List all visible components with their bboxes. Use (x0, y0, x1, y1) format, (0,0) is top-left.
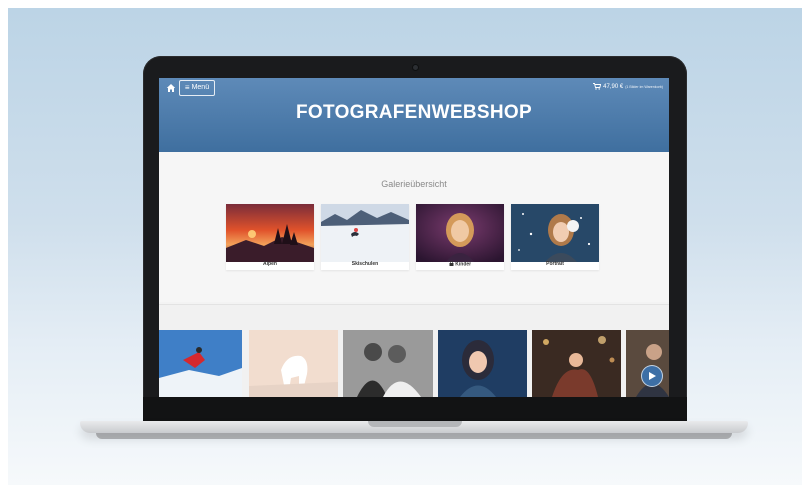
laptop-base-shadow (96, 433, 732, 439)
gallery-thumbnail (416, 204, 504, 262)
gallery-label: Portrait (546, 261, 564, 267)
webcam (413, 65, 418, 70)
site-header: ≡ Menü 47,90 € (1 Bilder im Warenkorb) F… (159, 78, 669, 152)
carousel-photo[interactable] (159, 330, 242, 397)
lock-icon (449, 260, 454, 266)
menu-label: Menü (191, 84, 210, 91)
carousel-photo[interactable] (249, 330, 338, 397)
cart-summary[interactable]: 47,90 € (1 Bilder im Warenkorb) (593, 83, 663, 90)
cart-total: 47,90 € (603, 83, 624, 90)
cart-detail: (1 Bilder im Warenkorb) (625, 84, 663, 89)
carousel-photo[interactable] (343, 330, 433, 397)
gallery-overview-heading: Galerieübersicht (381, 179, 447, 189)
gallery-tile-skischulen[interactable]: Skischulen (321, 204, 409, 270)
laptop-base-notch (368, 421, 462, 427)
home-icon[interactable] (166, 83, 176, 93)
carousel-photo[interactable] (532, 330, 621, 397)
gallery-tile-kinder[interactable]: Kinder (416, 204, 504, 270)
gallery-thumbnail (321, 204, 409, 262)
laptop-bezel-bottom (143, 397, 687, 421)
hamburger-icon: ≡ (184, 83, 190, 92)
gallery-thumbnail (226, 204, 314, 262)
gallery-label-text: Kinder (455, 261, 472, 268)
laptop-screen: ≡ Menü 47,90 € (1 Bilder im Warenkorb) F… (159, 78, 669, 397)
gallery-tile-alpen[interactable]: Alpen (226, 204, 314, 270)
carousel-photo[interactable] (626, 330, 669, 397)
site-title: FOTOGRAFENWEBSHOP (296, 102, 532, 123)
gallery-label: Kinder (416, 260, 504, 268)
cart-icon (593, 83, 602, 90)
product-mockup: ≡ Menü 47,90 € (1 Bilder im Warenkorb) F… (0, 0, 810, 493)
gallery-tile-portrait[interactable]: Portrait (511, 204, 599, 270)
gallery-label: Skischulen (351, 261, 379, 267)
gallery-thumbnail (511, 204, 599, 262)
menu-button[interactable]: ≡ Menü (179, 80, 215, 96)
gallery-label: Alpen (263, 261, 277, 267)
next-arrow-icon (649, 372, 656, 380)
carousel-next-button[interactable] (641, 365, 663, 387)
carousel-photo[interactable] (438, 330, 527, 397)
